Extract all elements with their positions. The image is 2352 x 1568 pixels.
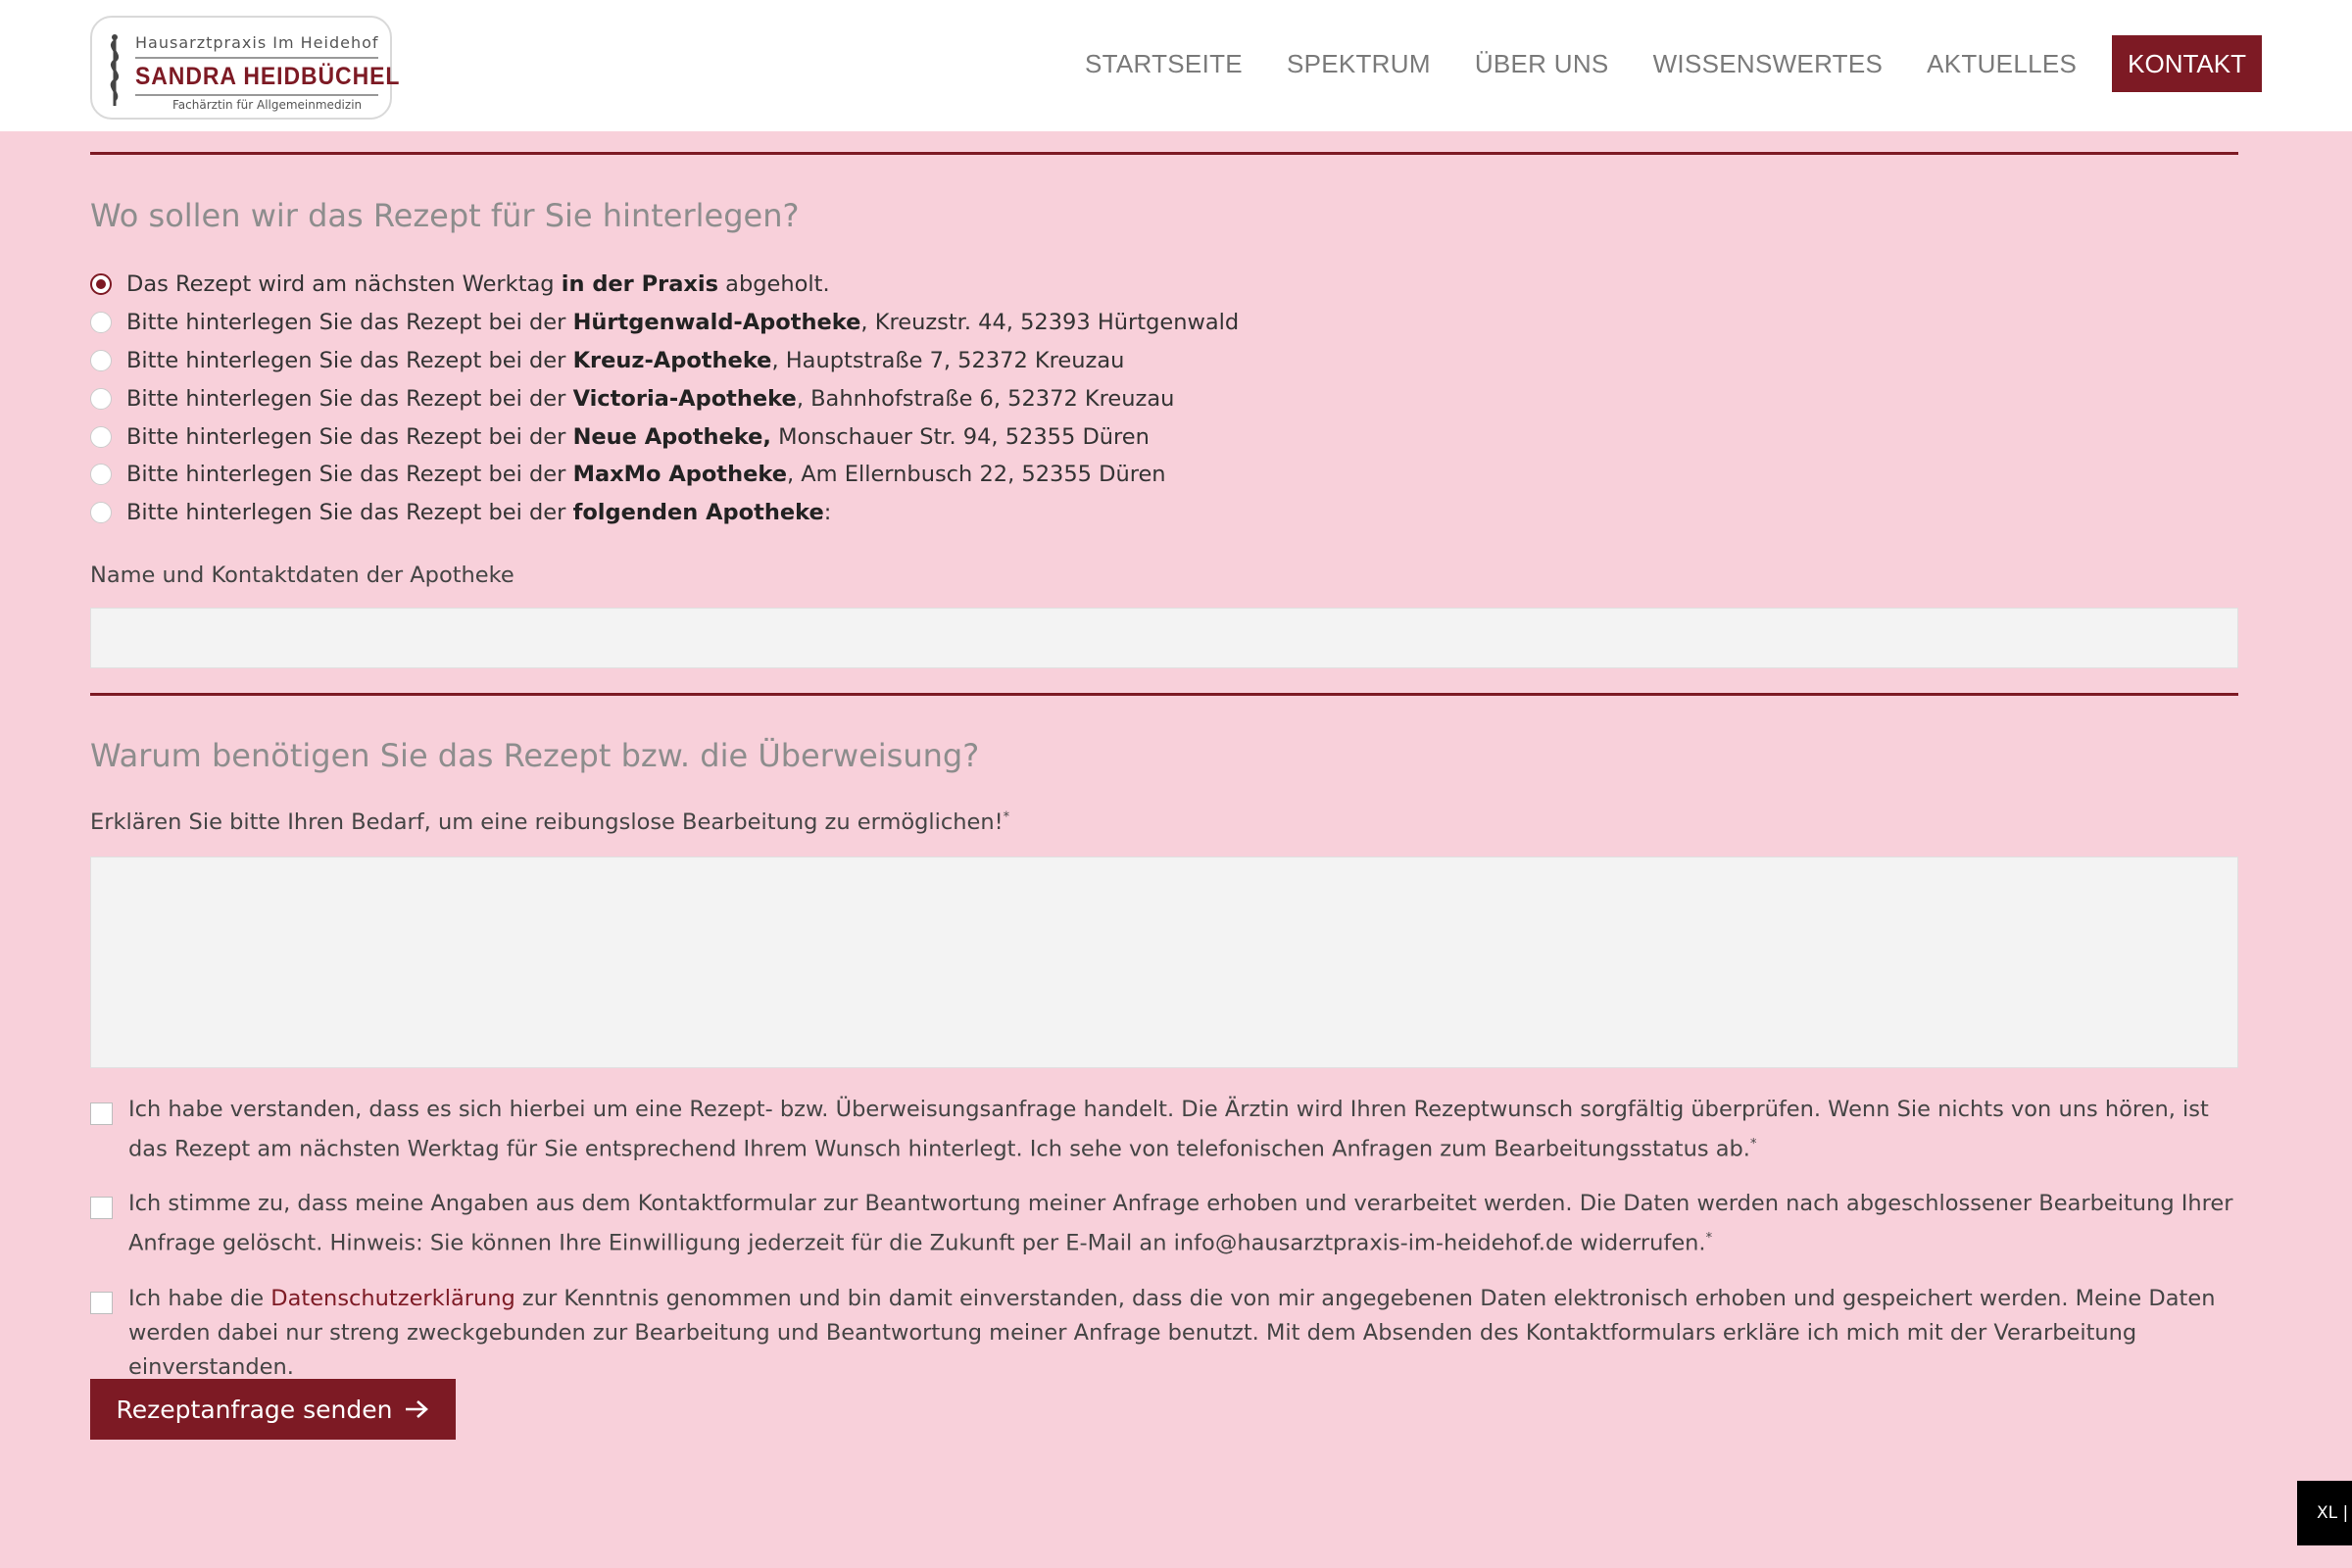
consent-text: Ich stimme zu, dass meine Angaben aus de… bbox=[128, 1191, 2233, 1256]
consent-data-processing: Ich stimme zu, dass meine Angaben aus de… bbox=[90, 1187, 2246, 1261]
option-label: Das Rezept wird am nächsten Werktag in d… bbox=[126, 271, 830, 297]
option-label: Bitte hinterlegen Sie das Rezept bei der… bbox=[126, 462, 1166, 487]
submit-button[interactable]: Rezeptanfrage senden bbox=[90, 1379, 456, 1440]
pickup-option-huertgenwald[interactable]: Bitte hinterlegen Sie das Rezept bei der… bbox=[90, 308, 1239, 337]
consent-checkbox[interactable] bbox=[90, 1102, 113, 1125]
option-label: Bitte hinterlegen Sie das Rezept bei der… bbox=[126, 500, 832, 525]
submit-label: Rezeptanfrage senden bbox=[116, 1395, 393, 1424]
site-header: Hausarztpraxis Im Heidehof SANDRA HEIDBÜ… bbox=[0, 0, 2352, 131]
consent-checkbox[interactable] bbox=[90, 1292, 113, 1314]
logo-subtitle: Fachärztin für Allgemeinmedizin bbox=[172, 98, 363, 112]
pickup-option-kreuz[interactable]: Bitte hinterlegen Sie das Rezept bei der… bbox=[90, 346, 1124, 375]
nav-spektrum[interactable]: SPEKTRUM bbox=[1287, 49, 1431, 79]
reason-field-label: Erklären Sie bitte Ihren Bedarf, um eine… bbox=[90, 809, 1010, 835]
radio-button[interactable] bbox=[90, 388, 112, 410]
aesculapius-staff-icon bbox=[110, 34, 120, 106]
reason-textarea[interactable] bbox=[90, 857, 2238, 1068]
nav-kontakt-button[interactable]: KONTAKT bbox=[2112, 35, 2262, 92]
radio-button[interactable] bbox=[90, 502, 112, 523]
pickup-option-custom[interactable]: Bitte hinterlegen Sie das Rezept bei der… bbox=[90, 498, 831, 527]
radio-button[interactable] bbox=[90, 426, 112, 448]
arrow-right-icon bbox=[406, 1400, 429, 1418]
radio-button[interactable] bbox=[90, 273, 112, 295]
pharmacy-field-label: Name und Kontaktdaten der Apotheke bbox=[90, 563, 514, 588]
logo-divider bbox=[135, 57, 378, 59]
consent-understood: Ich habe verstanden, dass es sich hierbe… bbox=[90, 1093, 2246, 1167]
logo-divider bbox=[135, 94, 378, 96]
radio-button[interactable] bbox=[90, 350, 112, 371]
practice-logo[interactable]: Hausarztpraxis Im Heidehof SANDRA HEIDBÜ… bbox=[90, 16, 399, 120]
breakpoint-badge: XL | bbox=[2297, 1481, 2352, 1545]
section-divider bbox=[90, 152, 2238, 155]
radio-button[interactable] bbox=[90, 312, 112, 333]
pickup-option-victoria[interactable]: Bitte hinterlegen Sie das Rezept bei der… bbox=[90, 384, 1174, 414]
pickup-heading: Wo sollen wir das Rezept für Sie hinterl… bbox=[90, 197, 800, 234]
reason-heading: Warum benötigen Sie das Rezept bzw. die … bbox=[90, 737, 980, 774]
nav-aktuelles[interactable]: AKTUELLES bbox=[1927, 49, 2077, 79]
consent-text: Ich habe die Datenschutzerklärung zur Ke… bbox=[128, 1286, 2216, 1380]
pickup-option-maxmo[interactable]: Bitte hinterlegen Sie das Rezept bei der… bbox=[90, 460, 1166, 489]
section-divider bbox=[90, 693, 2238, 696]
consent-privacy-policy: Ich habe die Datenschutzerklärung zur Ke… bbox=[90, 1282, 2246, 1385]
radio-button[interactable] bbox=[90, 464, 112, 485]
logo-name: SANDRA HEIDBÜCHEL bbox=[135, 63, 401, 90]
logo-top-line: Hausarztpraxis Im Heidehof bbox=[135, 33, 379, 52]
consent-text: Ich habe verstanden, dass es sich hierbe… bbox=[128, 1097, 2209, 1162]
nav-startseite[interactable]: STARTSEITE bbox=[1085, 49, 1243, 79]
option-label: Bitte hinterlegen Sie das Rezept bei der… bbox=[126, 424, 1150, 450]
option-label: Bitte hinterlegen Sie das Rezept bei der… bbox=[126, 310, 1240, 335]
main-nav: STARTSEITE SPEKTRUM ÜBER UNS WISSENSWERT… bbox=[1041, 35, 2262, 92]
option-label: Bitte hinterlegen Sie das Rezept bei der… bbox=[126, 386, 1175, 412]
consent-checkbox[interactable] bbox=[90, 1197, 113, 1219]
pickup-option-neue[interactable]: Bitte hinterlegen Sie das Rezept bei der… bbox=[90, 422, 1150, 452]
nav-ueber-uns[interactable]: ÜBER UNS bbox=[1475, 49, 1609, 79]
pharmacy-input[interactable] bbox=[90, 608, 2238, 668]
option-label: Bitte hinterlegen Sie das Rezept bei der… bbox=[126, 348, 1125, 373]
pickup-option-praxis[interactable]: Das Rezept wird am nächsten Werktag in d… bbox=[90, 270, 830, 299]
nav-wissenswertes[interactable]: WISSENSWERTES bbox=[1653, 49, 1884, 79]
privacy-policy-link[interactable]: Datenschutzerklärung bbox=[270, 1286, 515, 1311]
